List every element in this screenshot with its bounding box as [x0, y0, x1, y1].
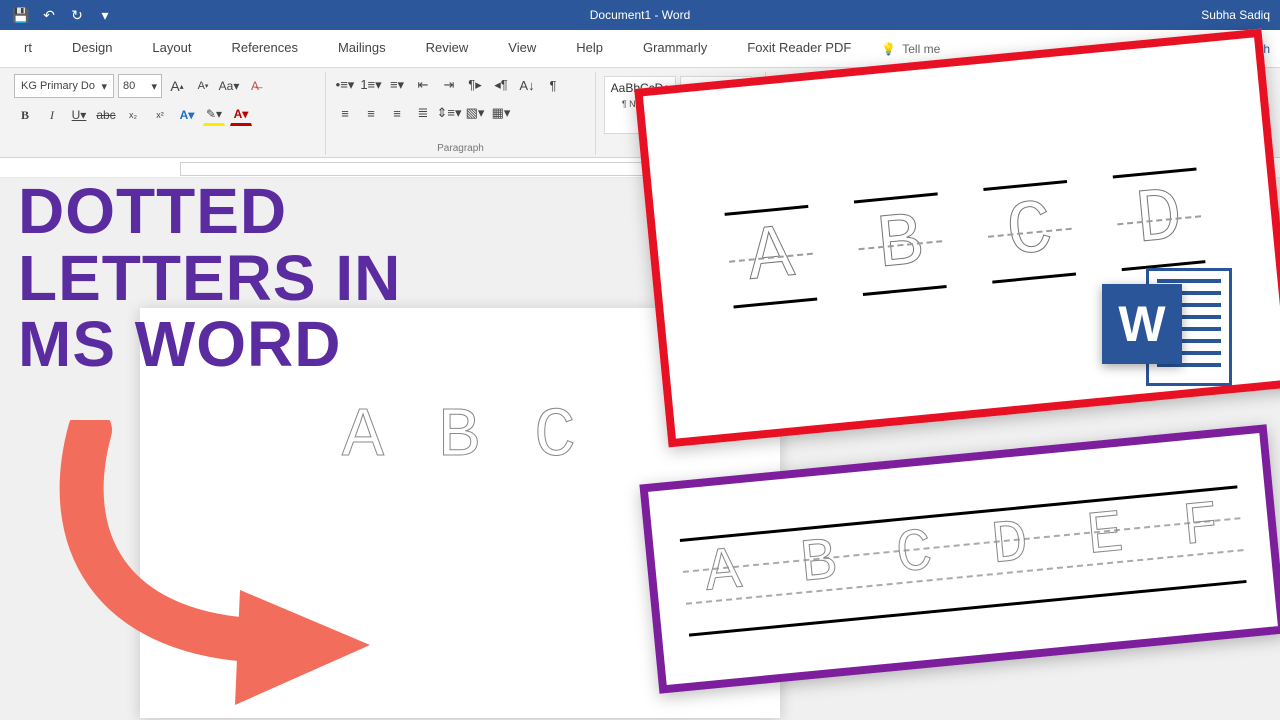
qat-more-icon[interactable]: ▾: [94, 4, 116, 26]
chevron-down-icon: ▾: [151, 80, 157, 93]
numbering-button[interactable]: 1≡▾: [360, 74, 382, 96]
practice-cell: D: [1106, 155, 1213, 284]
thumbnail-headline: DOTTED LETTERS IN MS WORD: [18, 178, 401, 378]
paragraph-group-label: Paragraph: [326, 143, 595, 154]
redo-icon[interactable]: ↻: [66, 4, 88, 26]
lightbulb-icon: 💡: [881, 42, 896, 56]
bullets-button[interactable]: •≡▾: [334, 74, 356, 96]
tell-me-label: Tell me: [902, 42, 940, 56]
decrease-indent-button[interactable]: ⇤: [412, 74, 434, 96]
dotted-letter: B: [438, 398, 482, 477]
document-title: Document1 - Word: [590, 8, 690, 22]
multilevel-button[interactable]: ≡▾: [386, 74, 408, 96]
dotted-letter: A: [702, 537, 744, 608]
underline-button[interactable]: U▾: [68, 104, 90, 126]
tab-help[interactable]: Help: [556, 30, 623, 67]
font-group: KG Primary Do ▾ 80 ▾ A▴ A▾ Aa▾ A̶ B I U▾ a…: [6, 72, 326, 155]
ltr-button[interactable]: ¶▸: [464, 74, 486, 96]
bold-button[interactable]: B: [14, 104, 36, 126]
align-center-button[interactable]: ≡: [360, 102, 382, 124]
font-group-label: [6, 143, 325, 154]
superscript-button[interactable]: x²: [149, 104, 171, 126]
tab-design[interactable]: Design: [52, 30, 132, 67]
undo-icon[interactable]: ↶: [38, 4, 60, 26]
dotted-letter: E: [1084, 501, 1126, 572]
title-bar: 💾 ↶ ↻ ▾ Document1 - Word Subha Sadiq: [0, 0, 1280, 30]
justify-button[interactable]: ≣: [412, 102, 434, 124]
line-spacing-button[interactable]: ⇕≡▾: [438, 102, 460, 124]
align-left-button[interactable]: ≡: [334, 102, 356, 124]
tab-insert[interactable]: rt: [4, 30, 52, 67]
font-size-combo[interactable]: 80 ▾: [118, 74, 162, 98]
dotted-letter: F: [1180, 491, 1222, 562]
dotted-letter: D: [989, 510, 1031, 581]
tab-references[interactable]: References: [211, 30, 317, 67]
quick-access-toolbar: 💾 ↶ ↻ ▾: [10, 4, 116, 26]
headline-line: MS WORD: [18, 311, 401, 378]
show-marks-button[interactable]: ¶: [542, 74, 564, 96]
font-name-value: KG Primary Do: [21, 80, 95, 92]
chevron-down-icon: ▾: [101, 80, 107, 93]
shrink-font-button[interactable]: A▾: [192, 75, 214, 97]
user-name: Subha Sadiq: [1201, 8, 1270, 22]
font-size-value: 80: [123, 80, 135, 92]
word-logo-icon: W: [1102, 268, 1232, 388]
align-right-button[interactable]: ≡: [386, 102, 408, 124]
subscript-button[interactable]: x₂: [122, 104, 144, 126]
sort-button[interactable]: A↓: [516, 74, 538, 96]
headline-line: DOTTED: [18, 178, 401, 245]
headline-line: LETTERS IN: [18, 245, 401, 312]
tab-foxit[interactable]: Foxit Reader PDF: [727, 30, 871, 67]
tab-mailings[interactable]: Mailings: [318, 30, 406, 67]
word-logo-letter: W: [1102, 284, 1182, 364]
tab-view[interactable]: View: [488, 30, 556, 67]
practice-cell: C: [976, 167, 1083, 296]
borders-button[interactable]: ▦▾: [490, 102, 512, 124]
rtl-button[interactable]: ◂¶: [490, 74, 512, 96]
save-icon[interactable]: 💾: [10, 4, 32, 26]
paragraph-group: •≡▾ 1≡▾ ≡▾ ⇤ ⇥ ¶▸ ◂¶ A↓ ¶ ≡ ≡ ≡ ≣ ⇕≡▾ ▧▾…: [326, 72, 596, 155]
tab-layout[interactable]: Layout: [132, 30, 211, 67]
dotted-letter: B: [798, 528, 840, 599]
clear-format-button[interactable]: A̶: [244, 75, 266, 97]
dotted-letter: C: [893, 519, 935, 590]
practice-line: A B C D E F: [679, 477, 1247, 640]
grow-font-button[interactable]: A▴: [166, 75, 188, 97]
change-case-button[interactable]: Aa▾: [218, 75, 240, 97]
dotted-letter: C: [534, 398, 578, 477]
italic-button[interactable]: I: [41, 104, 63, 126]
tab-grammarly[interactable]: Grammarly: [623, 30, 727, 67]
highlight-button[interactable]: ✎▾: [203, 104, 225, 126]
shading-button[interactable]: ▧▾: [464, 102, 486, 124]
font-name-combo[interactable]: KG Primary Do ▾: [14, 74, 114, 98]
practice-cell: A: [717, 192, 824, 321]
tab-review[interactable]: Review: [406, 30, 489, 67]
text-effects-button[interactable]: A▾: [176, 104, 198, 126]
ruler-track: [180, 162, 720, 176]
font-color-button[interactable]: A▾: [230, 104, 252, 126]
arrow-icon: [30, 420, 410, 720]
practice-cell: B: [847, 180, 954, 309]
increase-indent-button[interactable]: ⇥: [438, 74, 460, 96]
strike-button[interactable]: abc: [95, 104, 117, 126]
